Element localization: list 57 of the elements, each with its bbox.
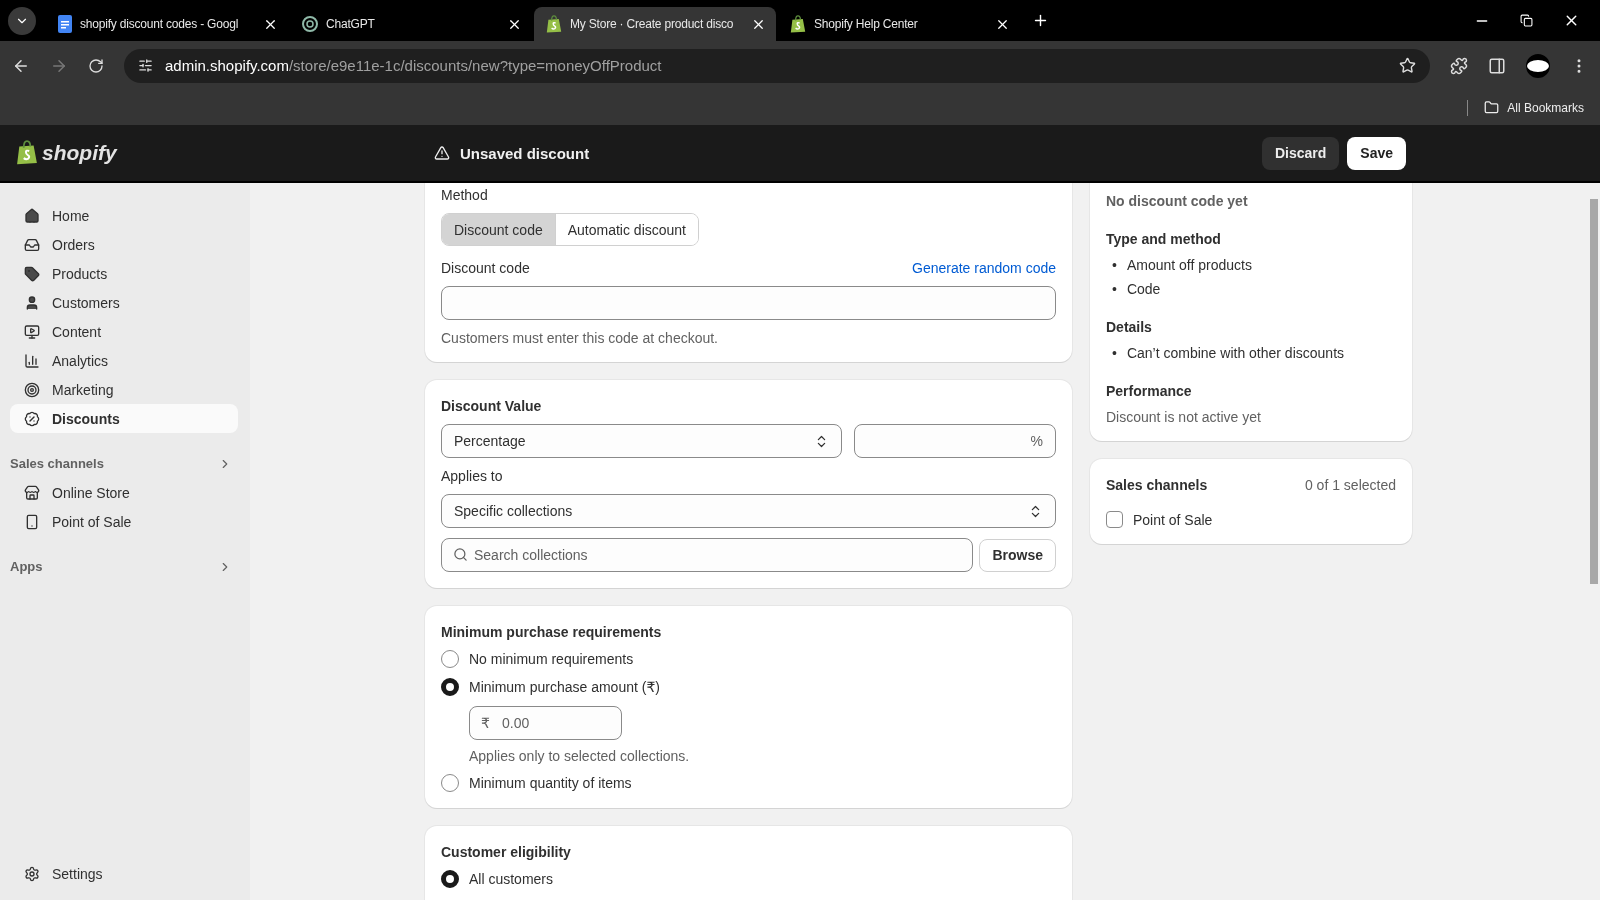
page-title: Unsaved discount	[460, 144, 590, 162]
bullet-mark: •	[1112, 257, 1117, 273]
nav-item[interactable]: Marketing	[10, 375, 238, 404]
browser-tab[interactable]: ChatGPT	[290, 7, 532, 41]
section-heading[interactable]: Apps	[10, 552, 238, 581]
nav-item[interactable]: Point of Sale	[10, 507, 238, 536]
applies-select[interactable]: Specific collections	[441, 494, 1056, 528]
selection-count: 0 of 1 selected	[1304, 477, 1396, 493]
field-label: Method	[441, 187, 489, 203]
nav-item[interactable]: Analytics	[10, 346, 238, 375]
bullet-mark: •	[1112, 345, 1117, 361]
summary-text: Discount is not active yet	[1106, 409, 1262, 425]
browser-tab[interactable]: shopify discount codes - Googl	[46, 7, 288, 41]
help-text: Customers must enter this code at checkout.	[441, 330, 719, 346]
card-title: Customer eligibility	[441, 844, 572, 860]
card-title: Sales channels	[1106, 477, 1208, 493]
help-text: Applies only to selected collections.	[469, 748, 691, 764]
radio-option[interactable]: Minimum quantity of items	[441, 774, 1056, 792]
summary-item: Can’t combine with other discounts	[1126, 345, 1344, 361]
generate-code-link[interactable]: Generate random code	[912, 260, 1056, 276]
summary-heading: Details	[1106, 319, 1153, 335]
nav-item[interactable]: Customers	[10, 288, 238, 317]
card-title: Minimum purchase requirements	[441, 624, 663, 640]
browse-button[interactable]: Browse	[979, 538, 1056, 572]
nav-item[interactable]: Online Store	[10, 478, 238, 507]
section-heading[interactable]: Sales channels	[10, 449, 238, 478]
browser-tab[interactable]: My Store · Create product disco	[534, 7, 776, 41]
type-select[interactable]: Percentage	[441, 424, 842, 458]
nav-item[interactable]: Discounts	[10, 404, 238, 433]
radio-option[interactable]: All customers	[441, 870, 1056, 888]
radio-option[interactable]: Minimum purchase amount (₹)	[441, 678, 1056, 696]
card-title: Discount Value	[441, 398, 543, 414]
search-field[interactable]: Search collections	[441, 538, 974, 572]
logo-text: shopify	[42, 141, 117, 165]
bullet-mark: •	[1112, 281, 1117, 297]
summary-heading: Type and method	[1106, 231, 1222, 247]
field-label: Discount code	[441, 260, 530, 276]
method-option[interactable]: Discount code	[442, 214, 556, 245]
currency-symbol: ₹	[481, 715, 490, 731]
nav-item[interactable]: Products	[10, 259, 238, 288]
radio-option[interactable]: No minimum requirements	[441, 650, 1056, 668]
channel-option[interactable]: Point of Sale	[1106, 511, 1396, 528]
nav-item[interactable]: Settings	[10, 859, 238, 888]
field-label: Applies to	[441, 468, 504, 484]
discard-button[interactable]: Discard	[1261, 136, 1340, 170]
nav-item[interactable]: Home	[10, 201, 238, 230]
browser-tab[interactable]: Shopify Help Center	[778, 7, 1020, 41]
nav-item[interactable]: Orders	[10, 230, 238, 259]
summary-code: No discount code yet	[1106, 193, 1249, 209]
summary-item: Code	[1126, 281, 1161, 297]
nav-item[interactable]: Content	[10, 317, 238, 346]
summary-item: Amount off products	[1126, 257, 1252, 273]
summary-heading: Performance	[1106, 383, 1193, 399]
bookmarks-link[interactable]: All Bookmarks	[1507, 100, 1584, 115]
save-button[interactable]: Save	[1347, 136, 1406, 170]
address-bar[interactable]: admin.shopify.com/store/e9e11e-1c/discounts/new?type=moneyOffProduct	[124, 48, 1430, 83]
value-field[interactable]: %	[854, 424, 1056, 458]
